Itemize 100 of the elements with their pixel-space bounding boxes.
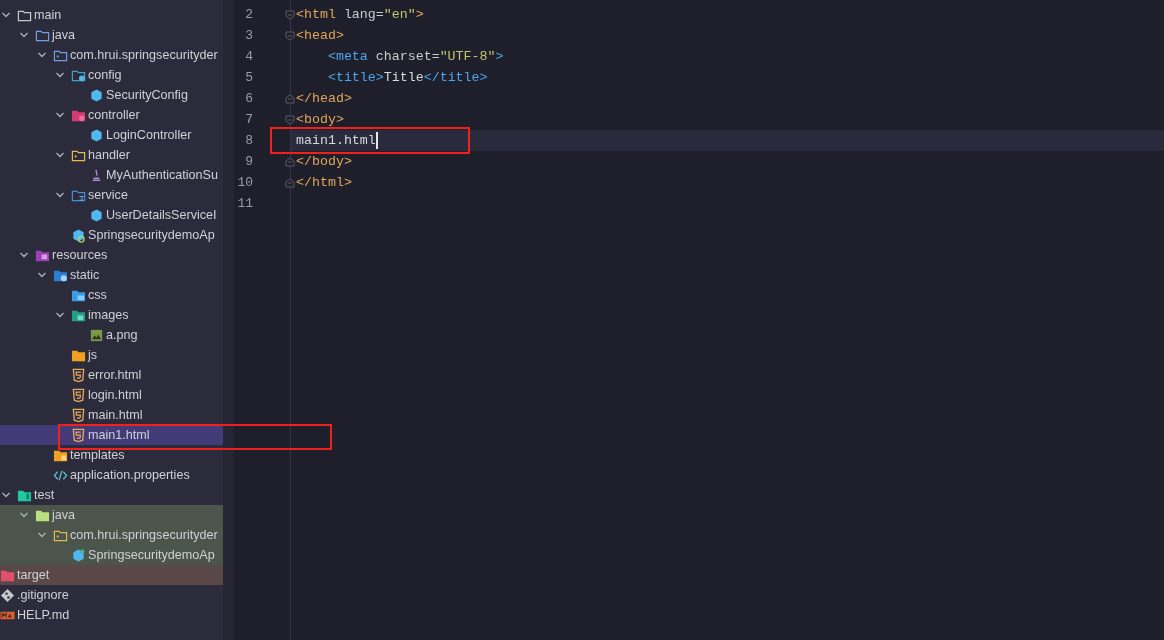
- code-line: </head>: [296, 91, 352, 106]
- tree-item-label: .gitignore: [17, 588, 69, 602]
- line-number: 10: [236, 175, 253, 190]
- cube-icon: [71, 547, 86, 563]
- tree-item[interactable]: .gitignore: [0, 585, 223, 605]
- tree-item[interactable]: a.png: [0, 325, 223, 345]
- fold-marker-icon[interactable]: [285, 9, 295, 20]
- tree-item[interactable]: service: [0, 185, 223, 205]
- tree-item[interactable]: java: [0, 25, 223, 45]
- tree-item[interactable]: LoginController: [0, 125, 223, 145]
- tree-item-label: main.html: [88, 408, 143, 422]
- chevron-down-icon[interactable]: [55, 190, 65, 200]
- html-file-icon: [71, 427, 86, 443]
- chevron-down-icon[interactable]: [55, 150, 65, 160]
- fold-marker-icon[interactable]: [285, 177, 295, 188]
- code-line: <body>: [296, 112, 344, 127]
- chevron-down-icon[interactable]: [1, 10, 11, 20]
- tree-item-label: images: [88, 308, 129, 322]
- code-line: <head>: [296, 28, 344, 43]
- chevron-down-icon[interactable]: [19, 250, 29, 260]
- cube-icon: [89, 127, 104, 143]
- tree-item[interactable]: SpringsecuritydemoAp: [0, 225, 223, 245]
- tree-item[interactable]: main1.html: [0, 425, 223, 445]
- html-file-icon: [71, 407, 86, 423]
- tree-item-label: service: [88, 188, 128, 202]
- tree-item[interactable]: test: [0, 485, 223, 505]
- code-line: <html lang="en">: [296, 7, 424, 22]
- tree-item[interactable]: target: [0, 565, 223, 585]
- tree-item[interactable]: HELP.md: [0, 605, 223, 625]
- tree-item-label: SecurityConfig: [106, 88, 188, 102]
- tree-item-label: com.hrui.springsecurityder: [70, 48, 218, 62]
- tree-item[interactable]: templates: [0, 445, 223, 465]
- tree-item-label: css: [88, 288, 107, 302]
- chevron-down-icon[interactable]: [19, 510, 29, 520]
- tree-item[interactable]: SecurityConfig: [0, 85, 223, 105]
- cube-icon: [89, 87, 104, 103]
- tree-item[interactable]: config: [0, 65, 223, 85]
- chevron-down-icon[interactable]: [55, 310, 65, 320]
- line-number: 5: [244, 70, 253, 85]
- code-line: <title>Title</title>: [326, 70, 488, 85]
- chevron-down-icon[interactable]: [1, 490, 11, 500]
- tree-item[interactable]: js: [0, 345, 223, 365]
- tree-item[interactable]: login.html: [0, 385, 223, 405]
- cube-icon: [89, 207, 104, 223]
- line-number: 9: [244, 154, 253, 169]
- line-number: 4: [244, 49, 253, 64]
- tree-item-label: controller: [88, 108, 140, 122]
- code-line: <meta charset="UTF-8">: [326, 49, 504, 64]
- tree-item[interactable]: com.hrui.springsecurityder: [0, 45, 223, 65]
- cube-icon: [71, 227, 86, 243]
- tree-item[interactable]: static: [0, 265, 223, 285]
- line-number: 7: [244, 112, 253, 127]
- tree-item[interactable]: resources: [0, 245, 223, 265]
- chevron-down-icon[interactable]: [37, 270, 47, 280]
- tree-item-label: config: [88, 68, 122, 82]
- tree-item-label: SpringsecuritydemoAp: [88, 228, 215, 242]
- fold-marker-icon[interactable]: [285, 93, 295, 104]
- chevron-down-icon[interactable]: [55, 110, 65, 120]
- html-file-icon: [71, 367, 86, 383]
- tree-item[interactable]: css: [0, 285, 223, 305]
- tree-item[interactable]: controller: [0, 105, 223, 125]
- tree-item[interactable]: handler: [0, 145, 223, 165]
- fold-marker-icon[interactable]: [285, 114, 295, 125]
- tree-item-label: static: [70, 268, 100, 282]
- tree-item-label: test: [34, 488, 55, 502]
- tree-item-label: MyAuthenticationSu: [106, 168, 218, 182]
- tree-item[interactable]: SpringsecuritydemoAp: [0, 545, 223, 565]
- tree-item-label: a.png: [106, 328, 138, 342]
- tree-item[interactable]: MyAuthenticationSu: [0, 165, 223, 185]
- fold-marker-icon[interactable]: [285, 156, 295, 167]
- tree-item-label: templates: [70, 448, 125, 462]
- tree-item[interactable]: UserDetailsServiceI: [0, 205, 223, 225]
- tree-item[interactable]: com.hrui.springsecurityder: [0, 525, 223, 545]
- code-line: main1.html: [296, 133, 376, 148]
- tree-item-label: LoginController: [106, 128, 192, 142]
- chevron-down-icon[interactable]: [37, 530, 47, 540]
- line-number: 3: [244, 28, 253, 43]
- chevron-down-icon[interactable]: [37, 50, 47, 60]
- fold-marker-icon[interactable]: [285, 30, 295, 41]
- chevron-down-icon[interactable]: [19, 30, 29, 40]
- tree-item[interactable]: java: [0, 505, 223, 525]
- tree-item-label: java: [52, 28, 76, 42]
- tree-item-label: main: [34, 8, 62, 22]
- tree-item[interactable]: main: [0, 5, 223, 25]
- tree-item[interactable]: main.html: [0, 405, 223, 425]
- code-line: </html>: [296, 175, 352, 190]
- tree-item-label: HELP.md: [17, 608, 70, 622]
- line-number: 11: [236, 196, 253, 211]
- line-number: 6: [244, 91, 253, 106]
- tree-item-label: error.html: [88, 368, 142, 382]
- chevron-down-icon[interactable]: [55, 70, 65, 80]
- tree-item[interactable]: images: [0, 305, 223, 325]
- tree-item-label: main1.html: [88, 428, 150, 442]
- tree-item-label: js: [88, 348, 98, 362]
- tree-item-label: SpringsecuritydemoAp: [88, 548, 215, 562]
- tree-item-label: com.hrui.springsecurityder: [70, 528, 218, 542]
- tree-item[interactable]: error.html: [0, 365, 223, 385]
- tree-item[interactable]: application.properties: [0, 465, 223, 485]
- image-icon: [89, 327, 104, 343]
- html-file-icon: [71, 387, 86, 403]
